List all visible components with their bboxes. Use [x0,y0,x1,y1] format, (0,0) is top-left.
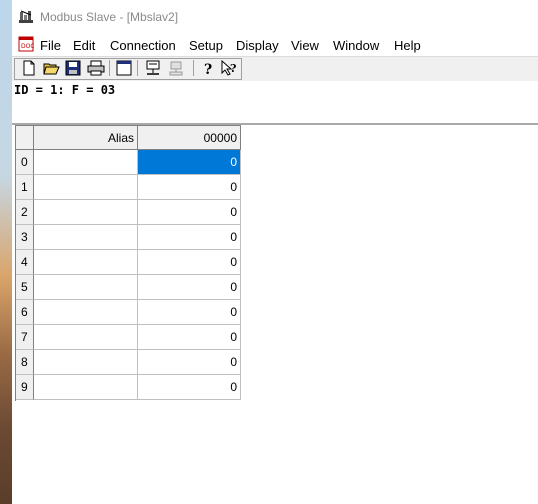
app-window: Modbus Slave - [Mbslav2] DOC File Edit C… [12,0,538,504]
row-header[interactable]: 8 [16,350,34,375]
app-icon [19,10,33,23]
menu-setup[interactable]: Setup [189,38,223,53]
row-header[interactable]: 1 [16,175,34,200]
register-value-cell[interactable]: 0 [138,325,241,350]
menu-file[interactable]: File [40,38,61,53]
toolbar-separator [193,60,194,76]
row-header[interactable]: 3 [16,225,34,250]
register-value-cell[interactable]: 0 [138,225,241,250]
document-icon[interactable]: DOC [18,36,34,52]
row-header[interactable]: 5 [16,275,34,300]
menu-display[interactable]: Display [236,38,279,53]
menu-view[interactable]: View [291,38,319,53]
svg-text:?: ? [230,62,236,75]
alias-cell[interactable] [34,175,138,200]
title-bar: Modbus Slave - [Mbslav2] [12,0,538,32]
menu-connection[interactable]: Connection [110,38,176,53]
info-panel: ID = 1: F = 03 [12,81,538,125]
slave-id-function-label: ID = 1: F = 03 [14,83,116,97]
open-icon[interactable] [42,59,60,77]
register-value-cell[interactable]: 0 [138,200,241,225]
row-header[interactable]: 2 [16,200,34,225]
alias-cell[interactable] [34,325,138,350]
window-title: Modbus Slave - [Mbslav2] [40,10,179,24]
menu-help[interactable]: Help [394,38,421,53]
new-icon[interactable] [20,59,38,77]
register-value-cell[interactable]: 0 [138,300,241,325]
column-header-address[interactable]: 00000 [138,126,241,150]
row-header[interactable]: 4 [16,250,34,275]
toolbar-separator [109,60,110,76]
register-value-cell[interactable]: 0 [138,275,241,300]
row-header[interactable]: 0 [16,150,34,175]
column-header-alias[interactable]: Alias [34,126,138,150]
alias-cell[interactable] [34,225,138,250]
window-icon[interactable] [115,59,133,77]
register-grid: Alias 00000 00102030405060708090 [15,125,241,401]
register-value-cell[interactable]: 0 [138,150,241,175]
menu-window[interactable]: Window [333,38,379,53]
register-value-cell[interactable]: 0 [138,175,241,200]
row-header[interactable]: 9 [16,375,34,400]
register-value-cell[interactable]: 0 [138,375,241,400]
alias-cell[interactable] [34,300,138,325]
context-help-icon[interactable]: ? [220,59,238,77]
help-icon[interactable]: ? [199,59,217,77]
menu-bar: DOC File Edit Connection Setup Display V… [12,34,538,56]
alias-cell[interactable] [34,275,138,300]
grid-corner [16,126,34,150]
menu-edit[interactable]: Edit [73,38,95,53]
toolbar-separator [137,60,138,76]
svg-text:DOC: DOC [21,43,34,50]
print-icon[interactable] [87,59,105,77]
register-value-cell[interactable]: 0 [138,350,241,375]
register-view: Alias 00000 00102030405060708090 [12,125,538,504]
toolbar: ? ? [12,56,538,82]
alias-cell[interactable] [34,200,138,225]
alias-cell[interactable] [34,375,138,400]
alias-cell[interactable] [34,350,138,375]
register-value-cell[interactable]: 0 [138,250,241,275]
row-header[interactable]: 6 [16,300,34,325]
connect-icon[interactable] [144,59,162,77]
alias-cell[interactable] [34,150,138,175]
save-icon[interactable] [64,59,82,77]
svg-text:?: ? [204,62,212,77]
row-header[interactable]: 7 [16,325,34,350]
alias-cell[interactable] [34,250,138,275]
disconnect-icon[interactable] [167,59,185,77]
desktop-background [0,0,12,504]
